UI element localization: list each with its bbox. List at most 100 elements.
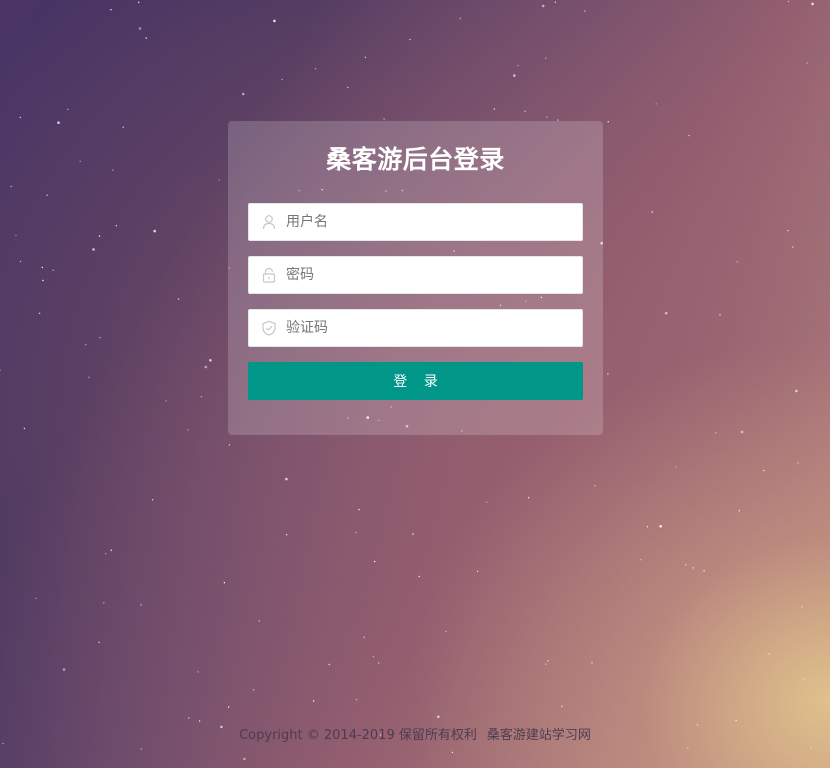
star-dot xyxy=(451,751,454,754)
star-dot xyxy=(23,427,26,430)
star-dot xyxy=(52,269,54,271)
star-dot xyxy=(46,194,48,196)
star-dot xyxy=(258,620,260,622)
shield-check-icon xyxy=(261,320,277,336)
star-dot xyxy=(19,260,22,263)
star-dot xyxy=(364,56,367,58)
star-dot xyxy=(719,314,721,316)
password-field[interactable] xyxy=(248,256,583,294)
star-dot xyxy=(138,1,140,3)
star-dot xyxy=(243,757,246,761)
star-dot xyxy=(735,719,737,722)
star-dot xyxy=(437,715,440,719)
username-field[interactable] xyxy=(248,203,583,241)
star-dot xyxy=(740,430,744,434)
star-dot xyxy=(85,343,87,346)
star-dot xyxy=(88,376,90,378)
star-dot xyxy=(517,64,519,67)
star-dot xyxy=(738,510,740,512)
star-dot xyxy=(38,312,41,314)
star-dot xyxy=(252,689,255,691)
star-dot xyxy=(715,432,717,434)
star-dot xyxy=(347,86,349,89)
star-dot xyxy=(197,671,199,673)
star-dot xyxy=(409,38,411,41)
star-dot xyxy=(412,533,414,535)
star-dot xyxy=(223,582,226,584)
star-dot xyxy=(651,211,653,213)
star-dot xyxy=(241,92,245,96)
login-button[interactable]: 登 录 xyxy=(248,362,583,400)
star-dot xyxy=(806,62,808,64)
lock-icon xyxy=(261,267,277,283)
star-dot xyxy=(459,17,461,19)
star-dot xyxy=(792,246,794,248)
password-input[interactable] xyxy=(286,257,576,293)
star-dot xyxy=(797,462,799,464)
star-dot xyxy=(122,126,124,128)
star-dot xyxy=(188,717,190,719)
star-dot xyxy=(140,748,143,750)
star-dot xyxy=(787,230,789,232)
star-dot xyxy=(372,655,375,658)
star-dot xyxy=(787,0,790,3)
star-dot xyxy=(675,466,677,468)
star-dot xyxy=(41,266,43,269)
star-dot xyxy=(736,261,738,263)
star-dot xyxy=(607,373,609,375)
site-link[interactable]: 桑客游建站学习网 xyxy=(487,728,591,743)
star-dot xyxy=(0,369,1,371)
star-dot xyxy=(285,534,288,536)
star-dot xyxy=(198,720,201,722)
star-dot xyxy=(763,469,765,472)
star-dot xyxy=(801,606,803,608)
star-dot xyxy=(112,169,114,171)
star-dot xyxy=(768,653,770,655)
star-dot xyxy=(692,567,694,569)
star-dot xyxy=(228,444,231,446)
star-dot xyxy=(528,497,530,499)
star-dot xyxy=(110,9,112,11)
star-dot xyxy=(640,559,642,561)
star-dot xyxy=(811,2,814,6)
star-dot xyxy=(646,526,649,528)
star-dot xyxy=(218,179,220,181)
star-dot xyxy=(486,501,488,503)
star-dot xyxy=(145,37,147,39)
star-dot xyxy=(355,531,357,534)
star-dot xyxy=(703,570,705,572)
star-dot xyxy=(476,570,479,573)
star-dot xyxy=(795,389,798,393)
star-dot xyxy=(584,10,586,12)
star-dot xyxy=(19,116,21,119)
star-dot xyxy=(15,234,17,237)
username-input[interactable] xyxy=(286,204,576,240)
star-dot xyxy=(547,660,549,662)
star-dot xyxy=(285,477,288,481)
star-dot xyxy=(140,604,142,606)
star-dot xyxy=(103,602,105,604)
star-dot xyxy=(541,4,545,8)
star-dot xyxy=(545,663,547,665)
star-dot xyxy=(273,19,276,23)
star-dot xyxy=(92,248,95,251)
star-dot xyxy=(513,74,516,77)
star-dot xyxy=(594,485,596,487)
star-dot xyxy=(204,365,208,369)
star-dot xyxy=(664,311,668,315)
captcha-field[interactable] xyxy=(248,309,583,347)
star-dot xyxy=(810,746,812,749)
star-dot xyxy=(524,110,526,113)
star-dot xyxy=(151,499,154,501)
star-dot xyxy=(445,630,447,633)
star-dot xyxy=(659,525,662,528)
star-dot xyxy=(554,1,557,3)
captcha-input[interactable] xyxy=(286,310,576,346)
star-dot xyxy=(363,636,365,638)
star-dot xyxy=(493,108,496,110)
star-dot xyxy=(561,705,563,707)
star-dot xyxy=(688,134,690,137)
star-dot xyxy=(378,662,380,664)
star-dot xyxy=(655,103,657,105)
star-dot xyxy=(177,298,180,300)
